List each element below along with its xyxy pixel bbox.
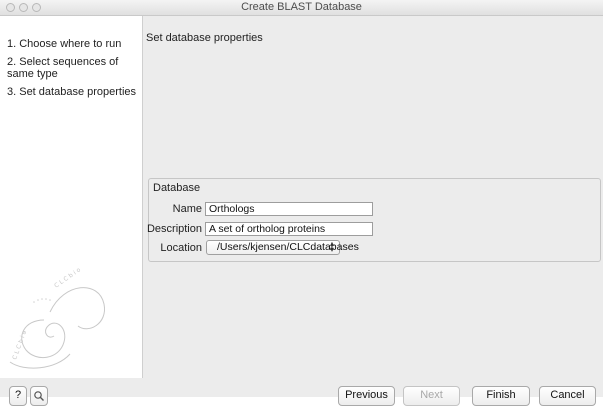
- question-mark-icon: ?: [14, 389, 22, 401]
- svg-text:C L C b i o: C L C b i o: [11, 329, 28, 360]
- steps-top-strip: [0, 16, 143, 31]
- window-title: Create BLAST Database: [241, 1, 362, 13]
- step-select-sequences: 2. Select sequences of same type: [7, 56, 119, 80]
- step-set-database-properties: 3. Set database properties: [7, 86, 137, 98]
- location-select-value: /Users/kjensen/CLCdatabases: [217, 241, 359, 253]
- help-button[interactable]: ?: [9, 386, 27, 406]
- next-button[interactable]: Next: [403, 386, 460, 406]
- name-label: Name: [172, 203, 202, 215]
- location-label: Location: [160, 242, 202, 254]
- previous-button[interactable]: Previous: [338, 386, 395, 406]
- cancel-button[interactable]: Cancel: [539, 386, 596, 406]
- tool-button[interactable]: [30, 386, 48, 406]
- description-label: Description: [146, 223, 202, 235]
- location-select[interactable]: /Users/kjensen/CLCdatabases ▴ ▾: [206, 239, 359, 255]
- step-choose-where-to-run: 1. Choose where to run: [7, 38, 122, 50]
- finish-button[interactable]: Finish: [472, 386, 530, 406]
- magnifier-icon: [34, 391, 44, 401]
- database-group-label: Database: [151, 182, 203, 194]
- svg-text:C L C b i o: C L C b i o: [53, 266, 82, 289]
- main-content: Set database properties Database Name Or…: [143, 16, 603, 378]
- title-bar: Create BLAST Database: [0, 0, 603, 16]
- dialog-window: Create BLAST Database 1. Choose where to…: [0, 0, 603, 406]
- spiral-logo-icon: C L C b i o C L C b i o: [9, 266, 105, 369]
- updown-arrows-icon: ▴ ▾: [329, 239, 334, 254]
- wizard-steps-panel: 1. Choose where to run 2. Select sequenc…: [0, 31, 143, 378]
- description-field[interactable]: A set of ortholog proteins: [205, 222, 373, 236]
- page-heading: Set database properties: [146, 32, 263, 44]
- name-field[interactable]: Orthologs: [205, 202, 373, 216]
